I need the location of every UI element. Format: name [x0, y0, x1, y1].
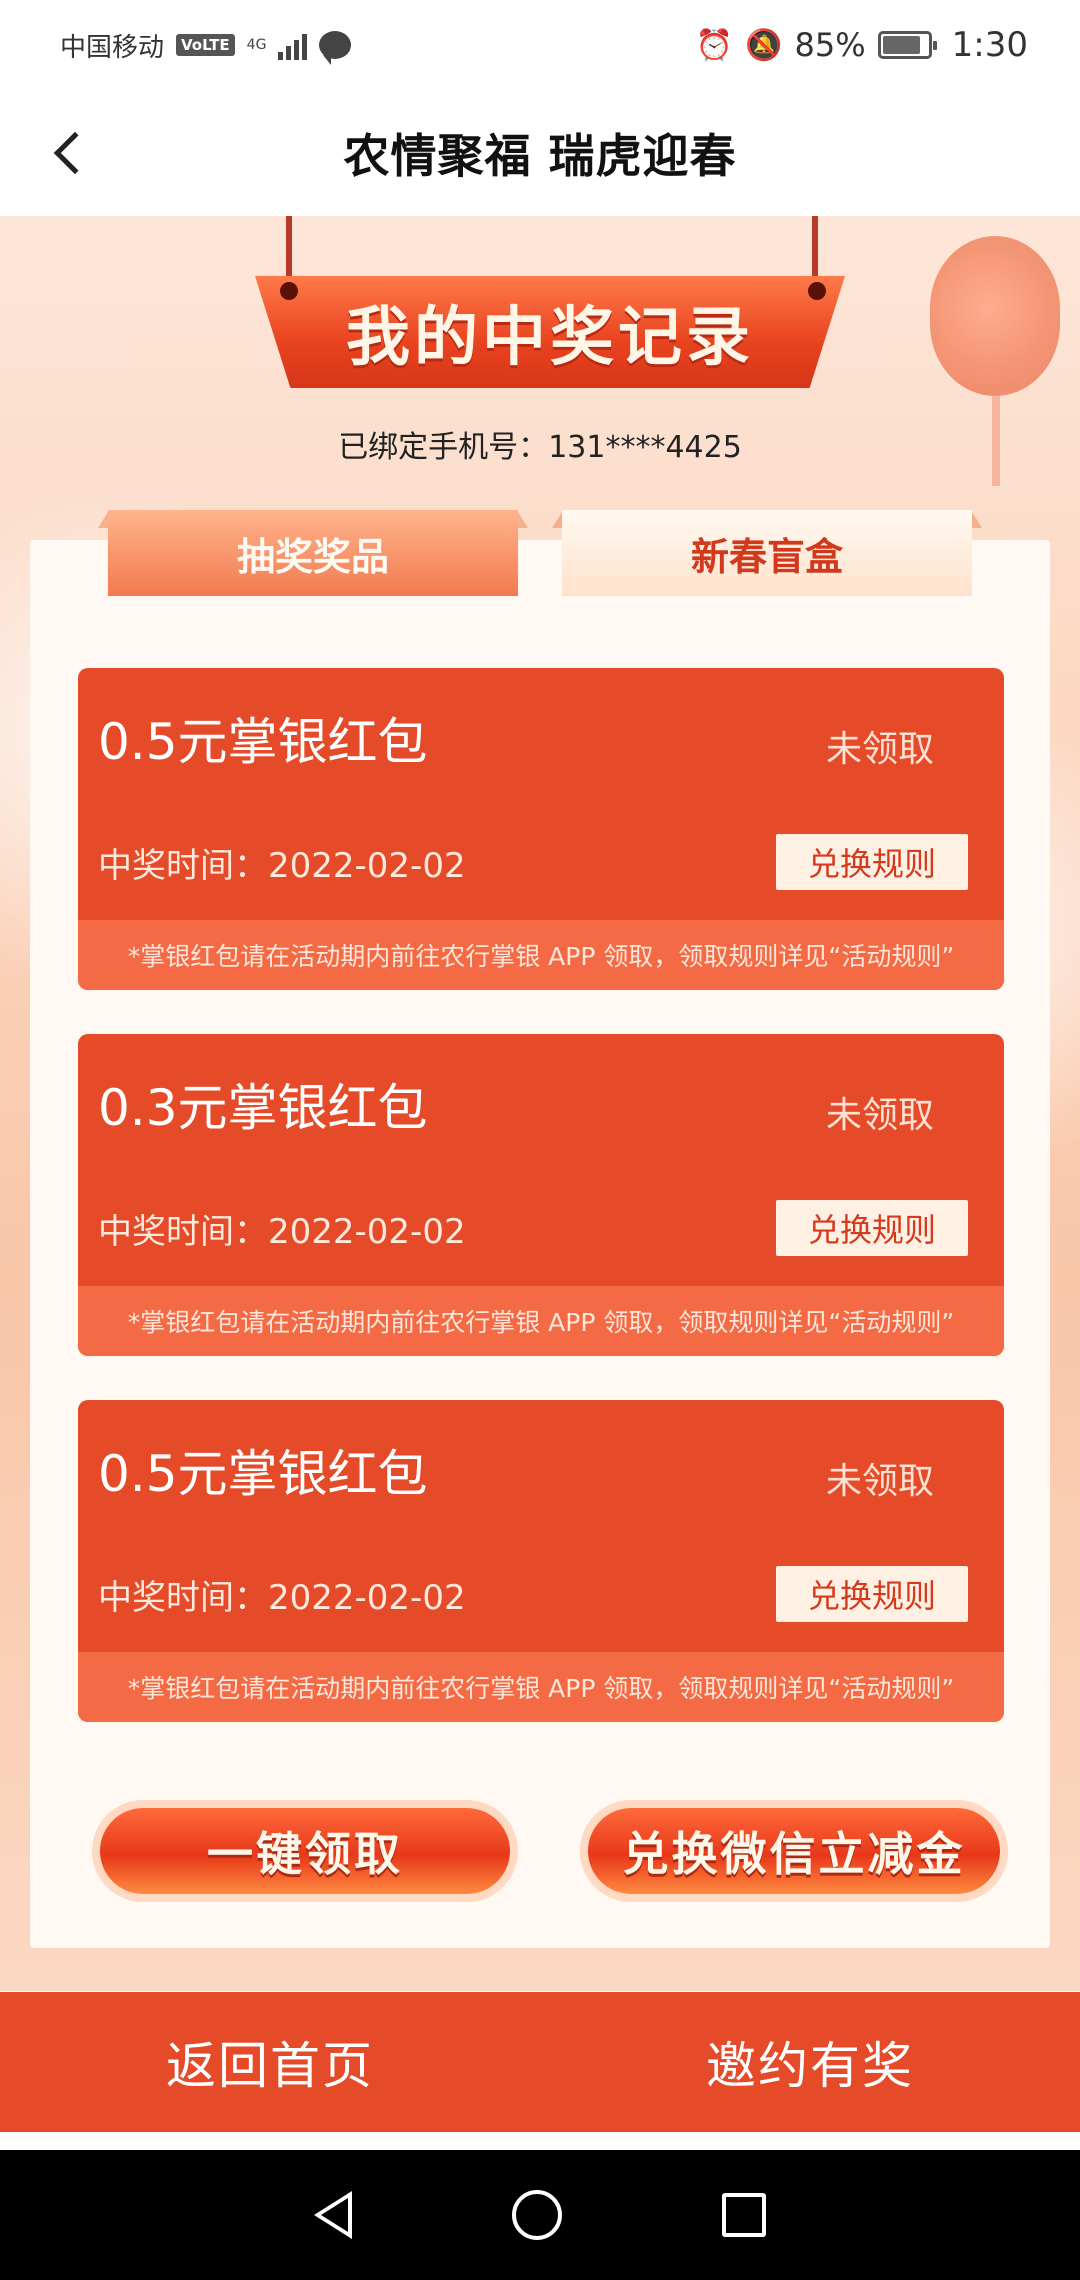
prize-name: 0.5元掌银红包 [98, 1445, 428, 1503]
back-home-button[interactable]: 返回首页 [0, 1992, 540, 2132]
bottom-spacer [0, 2132, 1080, 2150]
banner-rivet [808, 282, 826, 300]
invite-reward-button[interactable]: 邀约有奖 [540, 1992, 1080, 2132]
battery-percent: 85% [794, 26, 866, 64]
chevron-left-icon [53, 131, 97, 175]
win-time-label: 中奖时间： [98, 1212, 268, 1252]
banner-rope [812, 216, 818, 286]
system-recents-icon[interactable] [722, 2193, 766, 2237]
win-time: 中奖时间：2022-02-02 [98, 838, 466, 887]
win-time-label: 中奖时间： [98, 846, 268, 886]
prize-card: 0.3元掌银红包 未领取 中奖时间：2022-02-02 兑换规则 *掌银红包请… [78, 1034, 1004, 1356]
page-title: 农情聚福 瑞虎迎春 [343, 129, 737, 183]
bottom-nav: 返回首页 邀约有奖 [0, 1992, 1080, 2132]
signal-icon [278, 30, 308, 60]
exchange-rules-button[interactable]: 兑换规则 [776, 1200, 968, 1256]
tab-corner [98, 512, 108, 528]
network-label: 4G [246, 37, 267, 53]
prize-status[interactable]: 未领取 [826, 720, 934, 772]
prize-note: *掌银红包请在活动期内前往农行掌银 APP 领取，领取规则详见“活动规则” [78, 1286, 1004, 1356]
banner-rivet [280, 282, 298, 300]
prize-card: 0.5元掌银红包 未领取 中奖时间：2022-02-02 兑换规则 *掌银红包请… [78, 668, 1004, 990]
nav-bar: 农情聚福 瑞虎迎春 [0, 90, 1080, 216]
clock: 1:30 [951, 25, 1028, 65]
banner: 我的中奖记录 [255, 276, 845, 388]
alarm-icon: ⏰ [695, 27, 734, 63]
battery-fill [882, 36, 921, 54]
bound-phone: 已绑定手机号：131****4425 [0, 422, 1080, 466]
tab-spring-blind-box[interactable]: 新春盲盒 [562, 510, 972, 596]
carrier-label: 中国移动 [60, 32, 165, 63]
status-bar: 中国移动 VoLTE 4G ⏰ 🔕 85% 1:30 [0, 0, 1080, 90]
win-time-value: 2022-02-02 [268, 1578, 466, 1618]
prize-note: *掌银红包请在活动期内前往农行掌银 APP 领取，领取规则详见“活动规则” [78, 920, 1004, 990]
banner-title: 我的中奖记录 [346, 301, 754, 375]
lantern-decoration [930, 236, 1060, 396]
main-area: 我的中奖记录 已绑定手机号：131****4425 抽奖奖品 新春盲盒 0.5元… [0, 216, 1080, 1991]
win-time-value: 2022-02-02 [268, 846, 466, 886]
status-right: ⏰ 🔕 85% 1:30 [696, 25, 1028, 65]
battery-icon [877, 31, 937, 59]
tab-corner [552, 512, 562, 528]
system-home-icon[interactable] [512, 2190, 562, 2240]
banner-rope [286, 216, 292, 286]
win-time: 中奖时间：2022-02-02 [98, 1570, 466, 1619]
claim-all-button[interactable]: 一键领取 [100, 1808, 510, 1894]
status-left: 中国移动 VoLTE 4G [60, 27, 352, 65]
phone-label: 已绑定手机号： [338, 430, 549, 465]
tab-corner [518, 512, 528, 528]
prize-note: *掌银红包请在活动期内前往农行掌银 APP 领取，领取规则详见“活动规则” [78, 1652, 1004, 1722]
volte-badge: VoLTE [176, 34, 235, 56]
exchange-rules-button[interactable]: 兑换规则 [776, 834, 968, 890]
message-icon [319, 31, 352, 65]
tab-corner [972, 512, 982, 528]
prize-status[interactable]: 未领取 [826, 1086, 934, 1138]
prize-status[interactable]: 未领取 [826, 1452, 934, 1504]
back-button[interactable] [40, 120, 100, 186]
page: 中国移动 VoLTE 4G ⏰ 🔕 85% 1:30 农情聚福 瑞虎迎春 我的中… [0, 0, 1080, 2280]
win-time-value: 2022-02-02 [268, 1212, 466, 1252]
exchange-rules-button[interactable]: 兑换规则 [776, 1566, 968, 1622]
mute-icon: 🔕 [745, 27, 783, 63]
tab-lottery-prizes[interactable]: 抽奖奖品 [108, 510, 518, 596]
phone-number: 131****4425 [548, 430, 742, 465]
system-nav-bar [0, 2150, 1080, 2280]
prize-card: 0.5元掌银红包 未领取 中奖时间：2022-02-02 兑换规则 *掌银红包请… [78, 1400, 1004, 1722]
exchange-wechat-button[interactable]: 兑换微信立减金 [588, 1808, 1000, 1894]
prize-name: 0.3元掌银红包 [98, 1079, 428, 1137]
win-time-label: 中奖时间： [98, 1578, 268, 1618]
win-time: 中奖时间：2022-02-02 [98, 1204, 466, 1253]
system-back-icon[interactable] [314, 2191, 352, 2239]
prize-name: 0.5元掌银红包 [98, 713, 428, 771]
